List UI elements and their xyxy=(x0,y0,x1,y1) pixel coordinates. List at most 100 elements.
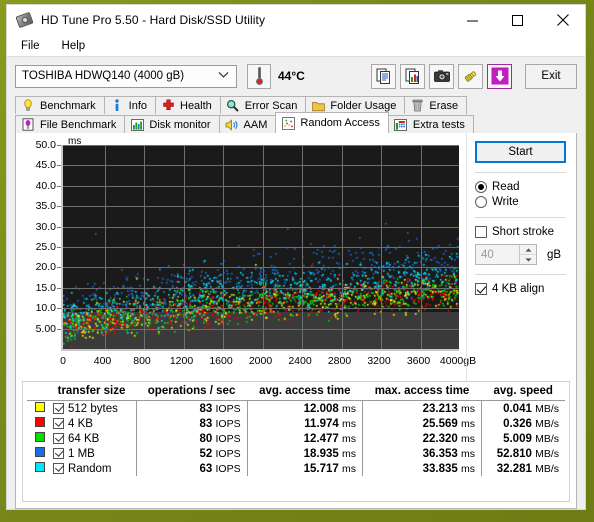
series-checkbox[interactable] xyxy=(53,432,64,444)
control-panel: Start Read Write Short stroke 40 gB 4 KB… xyxy=(466,133,576,381)
series-toggle[interactable]: 64 KB xyxy=(47,431,136,446)
color-swatch xyxy=(35,462,45,472)
cell-avg-access-time-unit: ms xyxy=(342,447,357,460)
chart-gridline-v xyxy=(341,145,343,349)
divider-2 xyxy=(475,217,566,218)
tab-bar: Benchmark Info Health Error Scan Folder … xyxy=(7,95,585,133)
cell-operations-per-sec: 80 IOPS xyxy=(135,431,248,446)
menu-bar: File Help xyxy=(7,35,585,57)
table-header-swatch xyxy=(27,384,47,401)
table-header-avg-access-time: avg. access time xyxy=(247,384,363,401)
chart-x-tick-label: 3200 xyxy=(367,355,391,367)
close-icon[interactable] xyxy=(540,5,585,35)
trash-icon xyxy=(410,99,424,113)
hard-disk-icon xyxy=(15,11,34,29)
radio-write[interactable]: Write xyxy=(475,196,566,208)
cell-max-access-time: 22.320 ms xyxy=(362,431,482,446)
cell-operations-per-sec: 83 IOPS xyxy=(135,416,248,431)
tab-erase[interactable]: Erase xyxy=(404,96,468,114)
tab-info[interactable]: Info xyxy=(103,96,156,114)
short-stroke-stepper[interactable]: 40 xyxy=(475,244,537,265)
screenshot-camera-icon[interactable] xyxy=(429,63,454,89)
chart-y-tick-label: 40.0 xyxy=(35,179,56,192)
series-color-swatch xyxy=(27,431,47,446)
series-checkbox[interactable] xyxy=(53,462,64,474)
chart-x-tick-label: 2400 xyxy=(288,355,312,367)
series-checkbox[interactable] xyxy=(53,447,64,459)
chart-gridline-v xyxy=(381,145,382,349)
save-download-icon[interactable] xyxy=(487,63,512,89)
maximize-icon[interactable] xyxy=(495,5,540,35)
cell-max-access-time-unit: ms xyxy=(461,417,475,430)
desktop-background: HD Tune Pro 5.50 - Hard Disk/SSD Utility… xyxy=(0,0,594,522)
series-toggle[interactable]: 512 bytes xyxy=(47,401,136,417)
copy-text-icon[interactable] xyxy=(371,63,396,89)
chart-gridline-v xyxy=(183,145,185,349)
tab-benchmark-label: Benchmark xyxy=(40,99,96,112)
tab-disk-monitor[interactable]: Disk monitor xyxy=(124,115,220,133)
plug-connector-icon[interactable] xyxy=(458,63,483,89)
cell-operations-per-sec-unit: IOPS xyxy=(215,432,241,445)
radio-read[interactable]: Read xyxy=(475,181,566,193)
cell-avg-access-time: 12.008 ms xyxy=(246,400,363,416)
chevron-down-icon xyxy=(218,69,229,81)
cell-avg-speed: 5.009 MB/s xyxy=(481,431,565,446)
folder-icon xyxy=(311,99,325,113)
divider-3 xyxy=(475,274,566,275)
tab-folder-usage-label: Folder Usage xyxy=(330,99,397,112)
chart-gridline-v xyxy=(420,145,422,349)
chart-gridline-h xyxy=(63,308,459,310)
series-toggle[interactable]: 4 KB xyxy=(47,416,136,431)
menu-help-label: Help xyxy=(61,39,86,52)
table-header-max-access-time: max. access time xyxy=(362,384,482,401)
cell-avg-speed-unit: MB/s xyxy=(535,462,559,475)
chart-gridline-v xyxy=(223,145,224,349)
menu-file[interactable]: File xyxy=(15,38,50,54)
stepper-up-icon[interactable] xyxy=(520,245,536,255)
series-checkbox[interactable] xyxy=(53,402,64,414)
table-row: 4 KB 83 IOPS 11.974 ms 25.569 ms 0.326 MB/s xyxy=(27,416,565,431)
stepper-down-icon[interactable] xyxy=(520,255,536,264)
thermometer-icon xyxy=(255,67,263,85)
exit-button-label: Exit xyxy=(541,70,561,82)
exit-button[interactable]: Exit xyxy=(525,63,577,89)
cell-max-access-time: 33.835 ms xyxy=(362,461,482,476)
chart-x-tick-label: 0 xyxy=(60,355,66,367)
series-label: 1 MB xyxy=(68,447,95,460)
chart-gridline-v xyxy=(262,145,264,349)
cell-max-access-time-unit: ms xyxy=(461,462,475,475)
short-stroke-size-row: 40 gB xyxy=(475,244,566,265)
copy-graph-icon[interactable] xyxy=(400,63,425,89)
stepper-arrows[interactable] xyxy=(519,245,536,264)
tab-health-label: Health xyxy=(180,99,212,112)
series-checkbox[interactable] xyxy=(53,417,64,429)
chart-y-tick-label: 45.0 xyxy=(35,159,56,172)
table-row: 512 bytes 83 IOPS 12.008 ms 23.213 ms 0.041 … xyxy=(27,400,565,417)
tab-extra-tests[interactable]: Extra tests xyxy=(387,115,474,133)
start-button[interactable]: Start xyxy=(475,141,566,163)
tab-random-access-label: Random Access xyxy=(300,117,380,129)
series-color-swatch xyxy=(27,461,47,476)
series-toggle[interactable]: 1 MB xyxy=(47,446,136,461)
chart-y-tick-label: 10.0 xyxy=(35,302,56,315)
cell-operations-per-sec-unit: IOPS xyxy=(215,417,241,430)
series-toggle[interactable]: Random xyxy=(47,461,136,476)
checkbox-4kb-align[interactable]: 4 KB align xyxy=(475,283,566,295)
cell-operations-per-sec-unit: IOPS xyxy=(215,402,241,415)
tab-aam[interactable]: AAM xyxy=(218,115,277,133)
cell-avg-speed-unit: MB/s xyxy=(535,432,559,445)
tab-health[interactable]: Health xyxy=(155,96,221,114)
cell-avg-access-time-unit: ms xyxy=(342,402,357,415)
chart-x-tick-label: 2000 xyxy=(248,355,273,367)
drive-select-dropdown[interactable]: TOSHIBA HDWQ140 (4000 gB) xyxy=(15,64,237,88)
toolbar-icon-group: Exit xyxy=(371,63,577,89)
tab-extra-tests-label: Extra tests xyxy=(412,118,465,131)
menu-help[interactable]: Help xyxy=(56,38,96,54)
tab-file-benchmark[interactable]: File Benchmark xyxy=(15,115,126,133)
tab-benchmark[interactable]: Benchmark xyxy=(15,96,105,114)
file-benchmark-icon xyxy=(21,118,35,132)
minimize-icon[interactable] xyxy=(450,5,495,35)
checkbox-short-stroke[interactable]: Short stroke xyxy=(475,226,566,238)
table-header-operations-sec: operations / sec xyxy=(136,384,248,401)
tab-random-access[interactable]: Random Access xyxy=(275,112,389,133)
